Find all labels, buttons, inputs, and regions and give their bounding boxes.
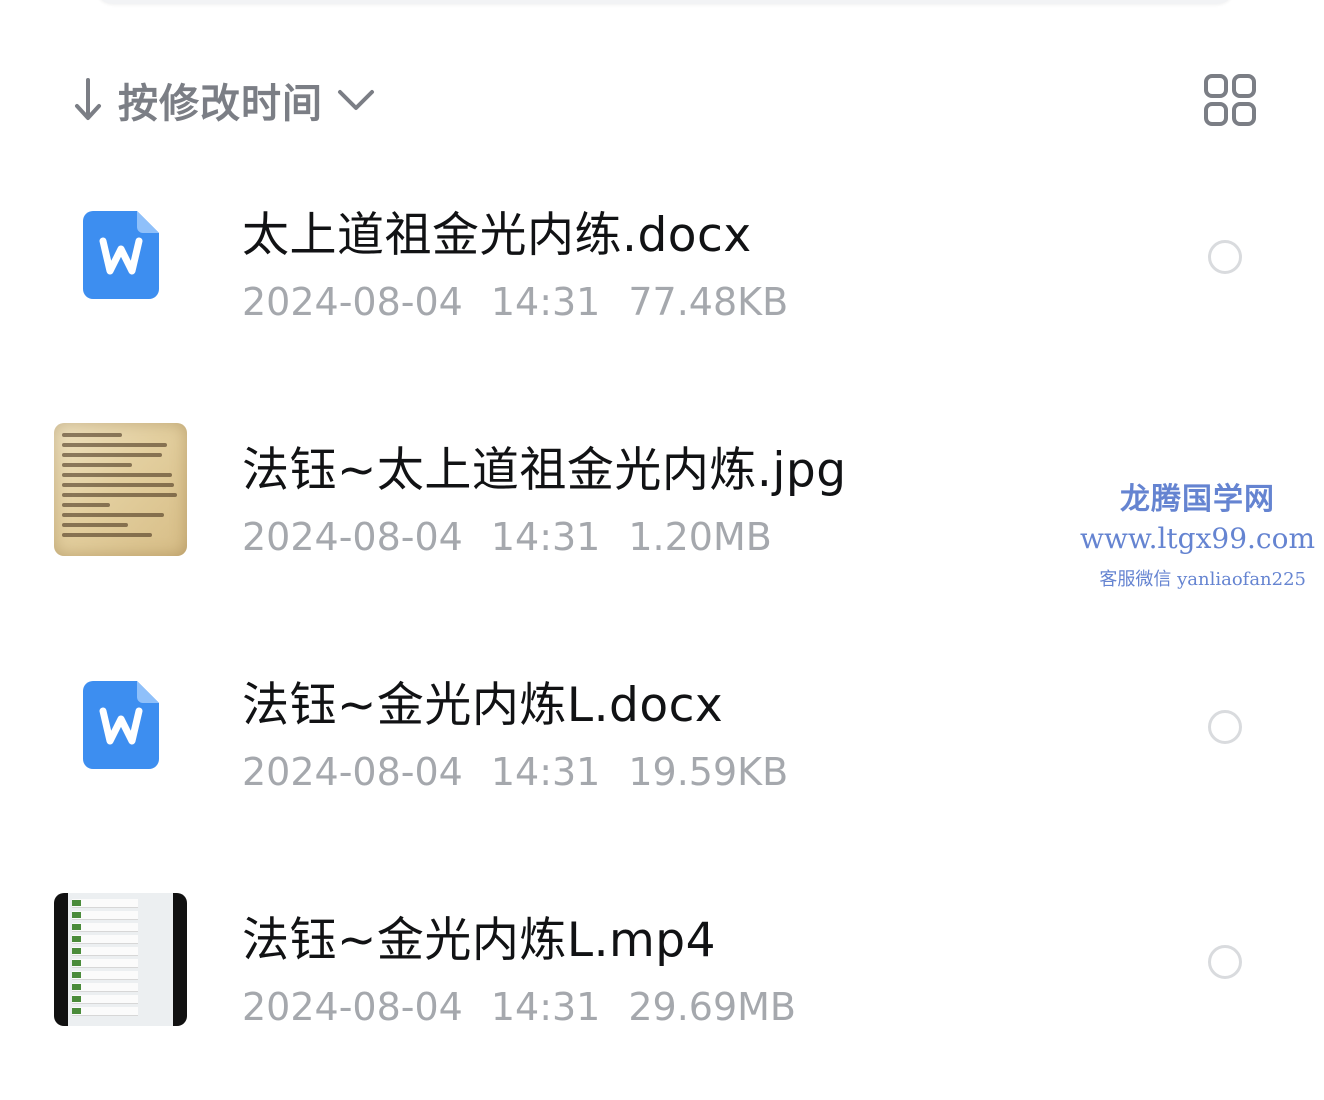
sort-selector[interactable]: 按修改时间 — [70, 70, 377, 130]
file-size: 19.59KB — [628, 750, 789, 794]
file-time: 14:31 — [490, 280, 601, 324]
sort-label: 按修改时间 — [118, 81, 323, 127]
file-row[interactable]: 法钰~金光内炼L.mp4 2024-08-04 14:31 29.69MB — [0, 865, 1324, 1100]
file-time: 14:31 — [490, 750, 601, 794]
file-size: 1.20MB — [628, 515, 772, 559]
file-size: 77.48KB — [628, 280, 789, 324]
file-row[interactable]: 法钰~太上道祖金光内炼.jpg 2024-08-04 14:31 1.20MB — [0, 395, 1324, 630]
search-bar-edge[interactable] — [95, 0, 1235, 4]
select-radio[interactable] — [1208, 710, 1242, 744]
file-time: 14:31 — [490, 985, 601, 1029]
file-meta: 2024-08-04 14:31 19.59KB — [242, 750, 816, 794]
file-meta: 2024-08-04 14:31 1.20MB — [242, 515, 800, 559]
file-date: 2024-08-04 — [242, 750, 463, 794]
grid-view-icon — [1204, 74, 1256, 126]
file-meta: 2024-08-04 14:31 29.69MB — [242, 985, 824, 1029]
file-time: 14:31 — [490, 515, 601, 559]
file-row[interactable]: 太上道祖金光内练.docx 2024-08-04 14:31 77.48KB — [0, 160, 1324, 395]
file-name: 法钰~太上道祖金光内炼.jpg — [242, 443, 847, 498]
word-document-icon — [54, 188, 187, 321]
file-date: 2024-08-04 — [242, 280, 463, 324]
file-size: 29.69MB — [628, 985, 797, 1029]
arrow-down-icon — [70, 76, 106, 124]
select-radio[interactable] — [1208, 240, 1242, 274]
video-thumbnail — [54, 893, 187, 1026]
file-row[interactable]: 法钰~金光内炼L.docx 2024-08-04 14:31 19.59KB — [0, 630, 1324, 865]
file-list: 太上道祖金光内练.docx 2024-08-04 14:31 77.48KB 法钰~… — [0, 160, 1324, 1100]
file-date: 2024-08-04 — [242, 985, 463, 1029]
file-name: 法钰~金光内炼L.mp4 — [242, 913, 717, 968]
word-document-icon — [54, 658, 187, 791]
grid-view-button[interactable] — [1202, 72, 1258, 128]
file-date: 2024-08-04 — [242, 515, 463, 559]
file-meta: 2024-08-04 14:31 77.48KB — [242, 280, 816, 324]
chevron-down-icon — [335, 79, 377, 121]
file-name: 太上道祖金光内练.docx — [242, 208, 752, 263]
file-name: 法钰~金光内炼L.docx — [242, 678, 724, 733]
select-radio[interactable] — [1208, 945, 1242, 979]
image-thumbnail — [54, 423, 187, 556]
